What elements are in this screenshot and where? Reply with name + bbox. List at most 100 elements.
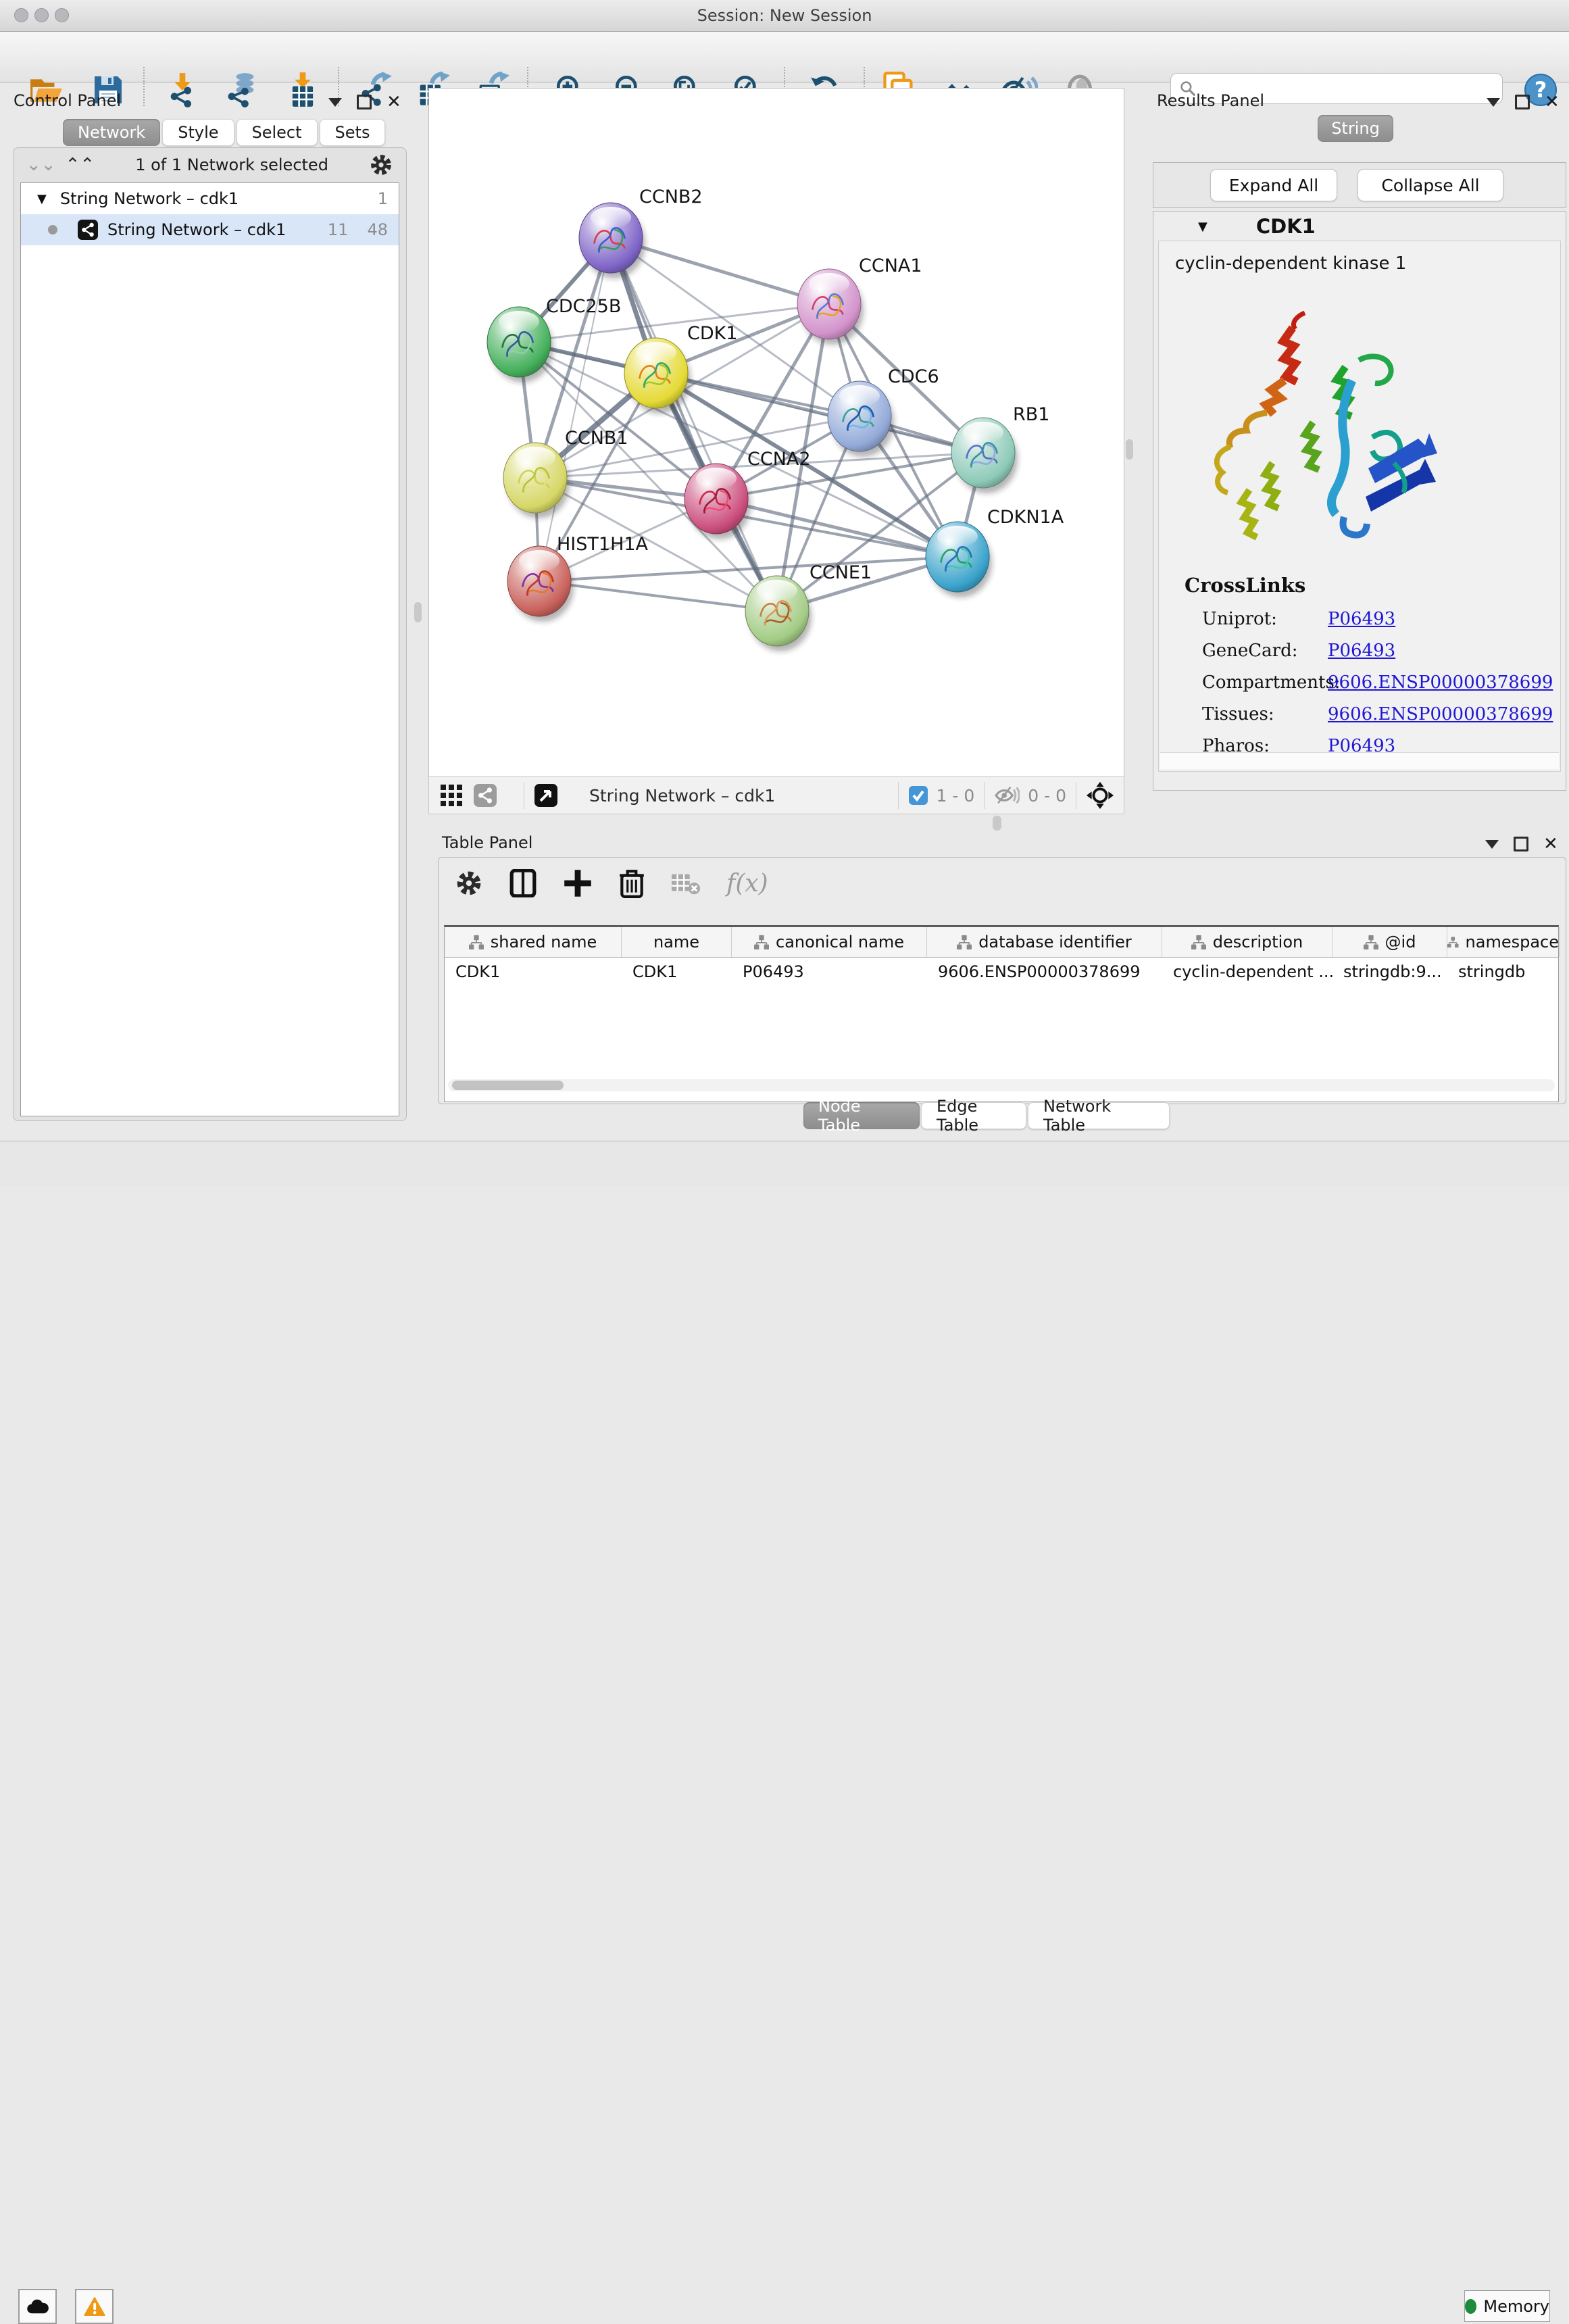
crosslink-label: Uniprot: bbox=[1202, 609, 1328, 629]
create-column-plus-icon[interactable] bbox=[563, 868, 593, 898]
tab-node-table[interactable]: Node Table bbox=[803, 1102, 920, 1129]
table-settings-gear-icon[interactable] bbox=[455, 869, 483, 897]
network-node[interactable]: CCNA1 bbox=[797, 255, 922, 345]
results-panel-close-icon[interactable]: ✕ bbox=[1545, 93, 1560, 111]
column-header[interactable]: @id bbox=[1333, 927, 1447, 957]
network-view-title: String Network – cdk1 bbox=[589, 786, 775, 806]
crosslink-row: GeneCard: P06493 bbox=[1202, 641, 1553, 661]
network-collection-label: String Network – cdk1 bbox=[60, 189, 239, 208]
node-label: CDKN1A bbox=[987, 507, 1064, 528]
node-label: CCNA1 bbox=[859, 255, 922, 276]
results-scrollbar[interactable] bbox=[1160, 752, 1559, 769]
table-cell[interactable]: 9606.ENSP00000378699 bbox=[927, 962, 1162, 981]
selected-checkbox-icon[interactable] bbox=[908, 785, 928, 806]
network-node[interactable]: CDKN1A bbox=[926, 507, 1064, 597]
tab-select[interactable]: Select bbox=[236, 119, 318, 146]
delete-column-trash-icon[interactable] bbox=[618, 868, 645, 898]
table-browser-columns-icon[interactable] bbox=[509, 869, 537, 897]
table-panel-close-icon[interactable]: ✕ bbox=[1543, 835, 1558, 853]
crosslink-link[interactable]: 9606.ENSP00000378699 bbox=[1328, 704, 1553, 724]
network-node[interactable]: RB1 bbox=[951, 404, 1049, 493]
network-node[interactable]: CCNB2 bbox=[579, 187, 703, 278]
column-header[interactable]: shared name bbox=[445, 927, 622, 957]
table-cell[interactable]: CDK1 bbox=[622, 962, 732, 981]
column-header[interactable]: description bbox=[1162, 927, 1333, 957]
results-panel-menu-icon[interactable] bbox=[1487, 98, 1500, 107]
control-panel-title: Control Panel bbox=[14, 91, 121, 110]
crosslink-row: Uniprot: P06493 bbox=[1202, 609, 1553, 629]
grid-view-icon[interactable] bbox=[440, 784, 463, 807]
column-header[interactable]: database identifier bbox=[927, 927, 1162, 957]
memory-button[interactable]: Memory bbox=[1464, 2290, 1550, 2322]
column-type-icon bbox=[1364, 935, 1378, 949]
crosslink-link[interactable]: 9606.ENSP00000378699 bbox=[1328, 672, 1553, 693]
tab-sets[interactable]: Sets bbox=[320, 119, 386, 146]
tab-style[interactable]: Style bbox=[162, 119, 234, 146]
tab-network-table[interactable]: Network Table bbox=[1028, 1102, 1170, 1129]
column-type-icon bbox=[957, 935, 972, 949]
right-splitter-handle[interactable] bbox=[1126, 439, 1133, 460]
column-header[interactable]: name bbox=[622, 927, 732, 957]
table-cell[interactable]: stringdb bbox=[1447, 962, 1560, 981]
birdseye-navigator-icon[interactable] bbox=[534, 783, 558, 808]
tab-string[interactable]: String bbox=[1318, 115, 1393, 142]
memory-status-icon bbox=[1465, 2299, 1476, 2314]
expand-all-networks-icon[interactable]: ⌃⌃ bbox=[66, 156, 95, 174]
column-header[interactable]: namespace bbox=[1447, 927, 1560, 957]
table-cell[interactable]: CDK1 bbox=[445, 962, 622, 981]
crosslink-link[interactable]: P06493 bbox=[1328, 641, 1395, 661]
network-node[interactable]: CDC6 bbox=[828, 366, 939, 457]
node-label: CDC6 bbox=[888, 366, 939, 387]
tree-expander-icon[interactable]: ▼ bbox=[37, 192, 47, 206]
main-toolbar: ? bbox=[0, 32, 1569, 82]
table-cell[interactable]: stringdb:9... bbox=[1333, 962, 1447, 981]
fit-crosshair-icon[interactable] bbox=[1086, 781, 1114, 810]
table-hscrollbar-track[interactable] bbox=[448, 1079, 1555, 1091]
cloud-button[interactable] bbox=[18, 2289, 57, 2324]
crosslink-link[interactable]: P06493 bbox=[1328, 609, 1395, 629]
function-builder-icon[interactable]: f(x) bbox=[726, 870, 768, 897]
table-panel-box: f(x) shared namenamecanonical namedataba… bbox=[438, 857, 1566, 1104]
column-type-icon bbox=[1447, 935, 1459, 949]
results-panel-float-icon[interactable] bbox=[1515, 95, 1530, 109]
network-edge[interactable] bbox=[539, 581, 777, 611]
tab-edge-table[interactable]: Edge Table bbox=[921, 1102, 1026, 1129]
table-cell[interactable]: P06493 bbox=[732, 962, 927, 981]
node-label: CCNA2 bbox=[747, 449, 811, 470]
collapse-all-button[interactable]: Collapse All bbox=[1358, 169, 1503, 201]
network-edge[interactable] bbox=[611, 238, 777, 611]
expand-all-button[interactable]: Expand All bbox=[1210, 169, 1337, 201]
crosslink-row: Tissues: 9606.ENSP00000378699 bbox=[1202, 704, 1553, 724]
hidden-eye-icon[interactable] bbox=[994, 785, 1020, 806]
table-row[interactable]: CDK1CDK1P064939606.ENSP00000378699cyclin… bbox=[445, 958, 1558, 986]
collapse-all-networks-icon[interactable]: ⌄⌄ bbox=[26, 156, 56, 174]
table-panel-menu-icon[interactable] bbox=[1485, 840, 1499, 849]
control-panel-float-icon[interactable] bbox=[357, 95, 372, 109]
table-hscrollbar-thumb[interactable] bbox=[452, 1081, 564, 1090]
warning-button[interactable] bbox=[75, 2289, 114, 2324]
share-view-icon[interactable] bbox=[474, 784, 497, 807]
table-panel-title: Table Panel bbox=[442, 833, 532, 852]
left-splitter-handle[interactable] bbox=[414, 602, 422, 622]
tab-network[interactable]: Network bbox=[63, 119, 160, 146]
warning-icon bbox=[84, 2297, 105, 2316]
node-count: 11 bbox=[328, 220, 349, 239]
table-cell[interactable]: cyclin-dependent ... bbox=[1162, 962, 1333, 981]
network-options-gear-icon[interactable] bbox=[369, 153, 393, 177]
delete-table-icon[interactable] bbox=[671, 871, 701, 895]
app-status-bar: Memory bbox=[0, 1141, 1569, 1186]
crosslink-row: Compartments: 9606.ENSP00000378699 bbox=[1202, 672, 1553, 693]
control-panel-close-icon[interactable]: ✕ bbox=[387, 93, 401, 111]
network-node[interactable]: CCNE1 bbox=[745, 562, 872, 651]
hidden-counts: 0 - 0 bbox=[1028, 786, 1066, 806]
section-expander-icon[interactable]: ▼ bbox=[1198, 220, 1207, 234]
network-tree-row-selected[interactable]: String Network – cdk1 11 48 bbox=[21, 214, 399, 245]
network-canvas[interactable]: CCNB2CCNA1CDC25BCDK1CDC6RB1CCNB1CCNA2CDK… bbox=[428, 88, 1124, 777]
gene-name: CDK1 bbox=[1256, 215, 1316, 238]
network-tree-parent-row[interactable]: ▼ String Network – cdk1 1 bbox=[21, 183, 399, 214]
selected-counts: 1 - 0 bbox=[937, 786, 975, 806]
column-header[interactable]: canonical name bbox=[732, 927, 927, 957]
network-edge[interactable] bbox=[539, 238, 611, 581]
control-panel-menu-icon[interactable] bbox=[328, 98, 342, 107]
table-panel-float-icon[interactable] bbox=[1514, 837, 1528, 851]
